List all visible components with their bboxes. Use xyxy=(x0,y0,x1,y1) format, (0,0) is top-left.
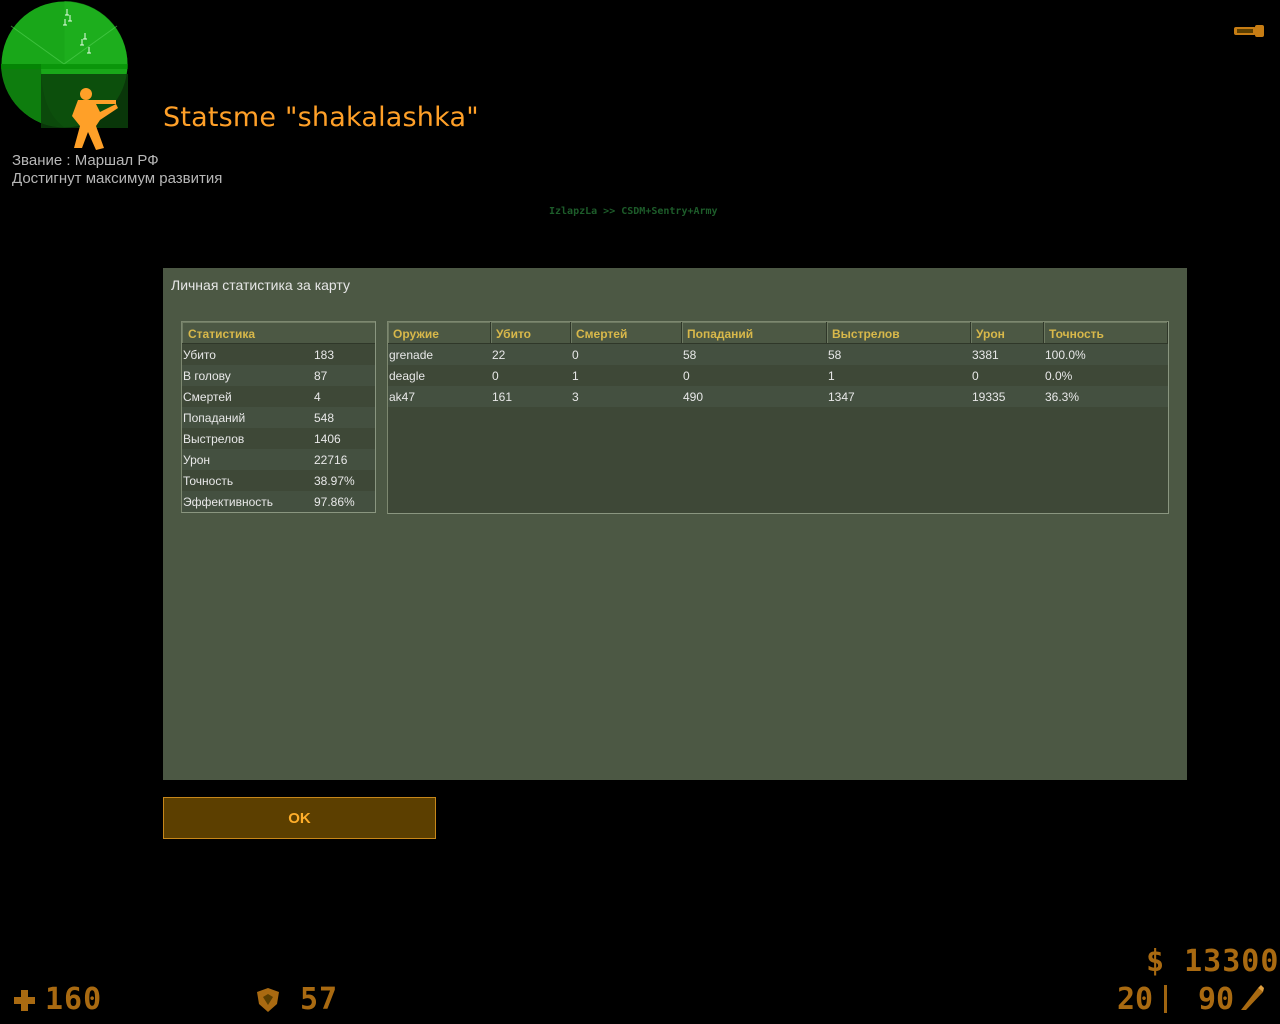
stat-label: В голову xyxy=(183,368,231,383)
weapon-damage: 3381 xyxy=(972,347,999,362)
table-row[interactable]: ak47 161 3 490 1347 19335 36.3% xyxy=(388,386,1168,407)
weapon-hits: 490 xyxy=(683,389,704,404)
weapon-accuracy: 36.3% xyxy=(1045,389,1080,404)
stat-label: Урон xyxy=(183,452,211,467)
rank-status: Достигнут максимум развития xyxy=(12,170,223,187)
table-row: Смертей 4 xyxy=(182,386,375,407)
weapon-name: grenade xyxy=(389,347,434,362)
stat-value: 548 xyxy=(314,410,335,425)
weapon-deaths: 0 xyxy=(572,347,579,362)
stat-value: 38.97% xyxy=(314,473,355,488)
weapon-accuracy: 0.0% xyxy=(1045,368,1073,383)
table-row: Убито 183 xyxy=(182,344,375,365)
server-name: IzlapzLa >> CSDM+Sentry+Army xyxy=(549,206,718,217)
stat-value: 1406 xyxy=(314,431,341,446)
health-value: 160 xyxy=(45,982,103,1017)
weapon-deaths: 3 xyxy=(572,389,579,404)
health-cross-icon xyxy=(14,990,35,1011)
player-class-icon xyxy=(72,88,118,150)
column-header-accuracy[interactable]: Точность xyxy=(1044,322,1168,344)
player-rank: Звание : Маршал РФ xyxy=(12,152,159,169)
armor-shield-icon xyxy=(257,988,279,1012)
weapon-kills: 0 xyxy=(492,368,499,383)
ok-button[interactable]: OK xyxy=(163,797,436,839)
column-header-damage[interactable]: Урон xyxy=(971,322,1044,344)
stat-value: 87 xyxy=(314,368,328,383)
stat-value: 4 xyxy=(314,389,321,404)
panel-title: Личная статистика за карту xyxy=(171,277,350,293)
page-title: Statsme "shakalashka" xyxy=(163,102,479,133)
ammo-clip-value: 20 xyxy=(1117,982,1154,1017)
ammo-reserve-value: 90 xyxy=(1198,982,1235,1017)
table-row[interactable]: deagle 0 1 0 1 0 0.0% xyxy=(388,365,1168,386)
weapon-deaths: 1 xyxy=(572,368,579,383)
flashlight-icon xyxy=(1234,25,1264,37)
stat-value: 183 xyxy=(314,347,335,362)
weapon-hits: 58 xyxy=(683,347,697,362)
weapon-kills: 161 xyxy=(492,389,513,404)
stats-rows: Убито 183 В голову 87 Смертей 4 Попаданий 54… xyxy=(182,344,375,512)
stat-label: Точность xyxy=(183,473,234,488)
ammo-separator xyxy=(1164,985,1167,1013)
weapon-name: ak47 xyxy=(389,389,416,404)
table-row: Урон 22716 xyxy=(182,449,375,470)
personal-stats-table: Статистика Убито 183 В голову 87 Смертей 4 … xyxy=(181,321,376,513)
money-value: $ 13300 xyxy=(1146,944,1280,979)
column-header-shots[interactable]: Выстрелов xyxy=(827,322,971,344)
weapon-accuracy: 100.0% xyxy=(1045,347,1086,362)
column-header-hits[interactable]: Попаданий xyxy=(682,322,827,344)
weapon-damage: 19335 xyxy=(972,389,1006,404)
weapon-name: deagle xyxy=(389,368,426,383)
ammo-icon xyxy=(1241,985,1264,1010)
stat-label: Эффективность xyxy=(183,494,274,509)
column-header-deaths[interactable]: Смертей xyxy=(571,322,682,344)
weapon-kills: 22 xyxy=(492,347,506,362)
weapon-rows: grenade 22 0 58 58 3381 100.0% deagle 0 … xyxy=(388,344,1168,407)
stat-label: Попаданий xyxy=(183,410,246,425)
table-row: В голову 87 xyxy=(182,365,375,386)
weapon-damage: 0 xyxy=(972,368,979,383)
stat-value: 22716 xyxy=(314,452,348,467)
table-row: Точность 38.97% xyxy=(182,470,375,491)
weapon-shots: 58 xyxy=(828,347,842,362)
weapon-shots: 1347 xyxy=(828,389,855,404)
game-screen: Statsme "shakalashka" Звание : Маршал РФ… xyxy=(0,0,1280,1024)
weapon-hits: 0 xyxy=(683,368,690,383)
stat-label: Выстрелов xyxy=(183,431,245,446)
table-row[interactable]: grenade 22 0 58 58 3381 100.0% xyxy=(388,344,1168,365)
weapon-shots: 1 xyxy=(828,368,835,383)
column-header-weapon[interactable]: Оружие xyxy=(388,322,491,344)
stat-value: 97.86% xyxy=(314,494,355,509)
weapon-table-header: Оружие Убито Смертей Попаданий Выстрелов… xyxy=(388,322,1168,344)
stats-header: Статистика xyxy=(182,322,375,344)
weapon-stats-table: Оружие Убито Смертей Попаданий Выстрелов… xyxy=(387,321,1169,514)
table-row: Эффективность 97.86% xyxy=(182,491,375,512)
armor-value: 57 xyxy=(300,982,339,1017)
stats-panel: Личная статистика за карту Статистика Уб… xyxy=(163,268,1187,780)
table-row: Попаданий 548 xyxy=(182,407,375,428)
table-row: Выстрелов 1406 xyxy=(182,428,375,449)
column-header-kills[interactable]: Убито xyxy=(491,322,571,344)
stat-label: Смертей xyxy=(183,389,232,404)
stat-label: Убито xyxy=(183,347,216,362)
